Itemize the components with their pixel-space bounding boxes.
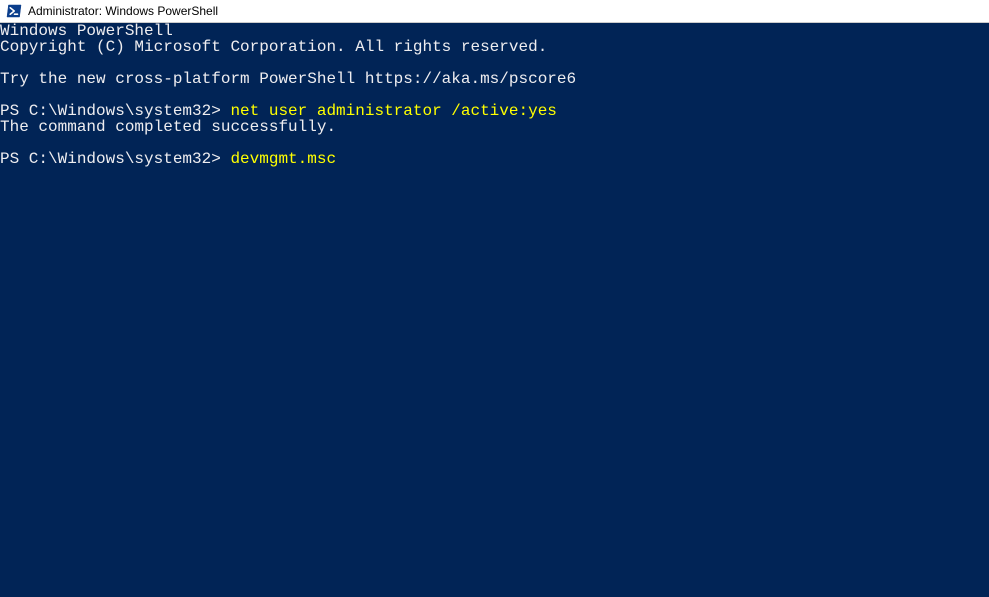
output-text: Try the new cross-platform PowerShell ht… bbox=[0, 70, 576, 88]
terminal-line bbox=[0, 55, 989, 71]
terminal-line: Windows PowerShell bbox=[0, 23, 989, 39]
output-text: The command completed successfully. bbox=[0, 118, 336, 136]
terminal-line: Try the new cross-platform PowerShell ht… bbox=[0, 71, 989, 87]
terminal-output-area[interactable]: Windows PowerShellCopyright (C) Microsof… bbox=[0, 23, 989, 597]
terminal-line: The command completed successfully. bbox=[0, 119, 989, 135]
output-text: Copyright (C) Microsoft Corporation. All… bbox=[0, 38, 547, 56]
prompt-text: PS C:\Windows\system32> bbox=[0, 150, 230, 168]
terminal-line bbox=[0, 135, 989, 151]
terminal-line: PS C:\Windows\system32> devmgmt.msc bbox=[0, 151, 989, 167]
window-titlebar[interactable]: Administrator: Windows PowerShell bbox=[0, 0, 989, 23]
terminal-line: PS C:\Windows\system32> net user adminis… bbox=[0, 103, 989, 119]
terminal-line: Copyright (C) Microsoft Corporation. All… bbox=[0, 39, 989, 55]
powershell-icon bbox=[6, 3, 22, 19]
terminal-line bbox=[0, 87, 989, 103]
window-title: Administrator: Windows PowerShell bbox=[28, 4, 218, 18]
command-text: devmgmt.msc bbox=[230, 150, 336, 168]
